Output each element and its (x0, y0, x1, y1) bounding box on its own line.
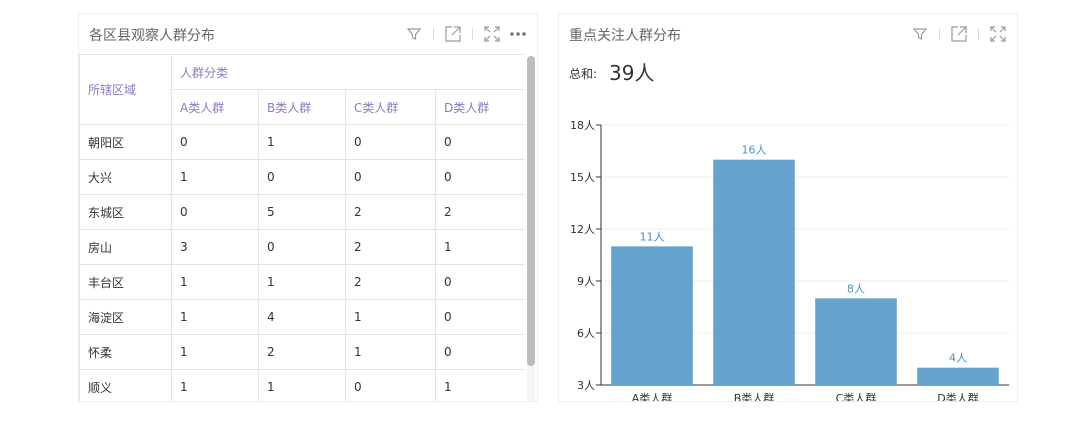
panel-toolbar (909, 24, 1009, 44)
y-tick-label: 9人 (577, 275, 595, 288)
table-row: 朝阳区 0 1 0 0 (79, 124, 525, 160)
toolbar-divider (978, 28, 979, 40)
x-tick-label: A类人群 (632, 391, 673, 402)
panel-title: 重点关注人群分布 (569, 28, 681, 44)
x-tick-label: C类人群 (836, 391, 877, 402)
count-cell: 4 (258, 299, 346, 335)
table-row: 顺义 1 1 0 1 (79, 369, 525, 401)
count-cell: 1 (345, 299, 436, 335)
table-row: 海淀区 1 4 1 0 (79, 299, 525, 335)
count-cell: 3 (171, 229, 259, 265)
table-row: 怀柔 1 2 1 0 (79, 334, 525, 370)
bar-value-label: 8人 (847, 282, 865, 295)
count-cell: 1 (171, 299, 259, 335)
more-icon[interactable] (507, 24, 529, 44)
bar (713, 159, 795, 385)
scrollbar-thumb[interactable] (527, 56, 535, 366)
count-cell: 2 (345, 229, 436, 265)
group-column-header: 人群分类 (170, 54, 525, 90)
count-cell: 2 (434, 194, 525, 230)
category-column-header: D类人群 (434, 89, 525, 125)
toolbar-divider (472, 28, 473, 40)
filter-icon[interactable] (403, 24, 425, 44)
bar-value-label: 16人 (742, 144, 767, 157)
count-cell: 1 (345, 334, 436, 370)
expand-icon[interactable] (481, 24, 503, 44)
count-cell: 1 (258, 124, 346, 160)
distribution-table: 所辖区域 人群分类 A类人群 B类人群 C类人群 D类人群 朝阳区 0 1 0 0 大兴 1 0 0 0… (79, 54, 525, 401)
count-cell: 0 (171, 194, 259, 230)
sum-value: 39人 (609, 61, 655, 85)
region-distribution-panel: 各区县观察人群分布 所辖区域 人群分类 A类人群 B类人群 C类人群 D类人群 … (78, 13, 538, 402)
y-tick-label: 6人 (577, 327, 595, 340)
table-row: 大兴 1 0 0 0 (79, 159, 525, 195)
category-column-header: C类人群 (345, 89, 436, 125)
count-cell: 0 (434, 299, 525, 335)
count-cell: 0 (258, 159, 346, 195)
count-cell: 0 (345, 369, 436, 401)
count-cell: 5 (258, 194, 346, 230)
count-cell: 1 (258, 264, 346, 300)
filter-icon[interactable] (909, 24, 931, 44)
table-row: 丰台区 1 1 2 0 (79, 264, 525, 300)
count-cell: 1 (434, 229, 525, 265)
count-cell: 0 (345, 159, 436, 195)
x-tick-label: D类人群 (937, 391, 978, 402)
count-cell: 0 (434, 124, 525, 160)
table-row: 房山 3 0 2 1 (79, 229, 525, 265)
bar-value-label: 4人 (949, 352, 967, 365)
count-cell: 1 (171, 334, 259, 370)
bar-value-label: 11人 (640, 230, 665, 243)
category-column-header: A类人群 (171, 89, 259, 125)
distribution-table-wrapper: 所辖区域 人群分类 A类人群 B类人群 C类人群 D类人群 朝阳区 0 1 0 0 大兴 1 0 0 0… (79, 54, 525, 401)
table-scrollbar[interactable] (527, 56, 535, 401)
count-cell: 1 (434, 369, 525, 401)
bar-chart: 3人 6人 9人 12人 15人 18人 11人 A类人群 16人 B类人群 8人 C类人群 4人 D类人… (570, 119, 1009, 402)
panel-toolbar (403, 24, 529, 44)
count-cell: 1 (171, 369, 259, 401)
bar (815, 298, 897, 385)
bar (917, 367, 999, 385)
y-tick-label: 15人 (570, 171, 595, 184)
count-cell: 2 (345, 194, 436, 230)
export-icon[interactable] (442, 24, 464, 44)
y-tick-label: 3人 (577, 379, 595, 392)
count-cell: 2 (345, 264, 436, 300)
panel-header: 重点关注人群分布 (559, 14, 1017, 54)
count-cell: 0 (171, 124, 259, 160)
export-icon[interactable] (948, 24, 970, 44)
count-cell: 0 (434, 334, 525, 370)
region-cell: 海淀区 (79, 299, 172, 335)
panel-title: 各区县观察人群分布 (89, 28, 215, 44)
count-cell: 0 (258, 229, 346, 265)
region-cell: 朝阳区 (79, 124, 172, 160)
panel-header: 各区县观察人群分布 (79, 14, 537, 54)
count-cell: 1 (171, 159, 259, 195)
focus-group-panel: 重点关注人群分布 总和: 39人 3人 6人 9人 12人 15人 18人 11人 A类人群 1… (558, 13, 1018, 402)
region-cell: 东城区 (79, 194, 172, 230)
count-cell: 2 (258, 334, 346, 370)
count-cell: 0 (434, 159, 525, 195)
count-cell: 1 (258, 369, 346, 401)
y-tick-label: 12人 (570, 223, 595, 236)
count-cell: 0 (345, 124, 436, 160)
x-tick-label: B类人群 (734, 391, 775, 402)
count-cell: 0 (434, 264, 525, 300)
region-cell: 顺义 (79, 369, 172, 401)
region-column-header: 所辖区域 (79, 54, 172, 125)
toolbar-divider (433, 28, 434, 40)
bar (611, 246, 693, 385)
sum-label: 总和: (569, 67, 598, 81)
category-column-header: B类人群 (258, 89, 346, 125)
region-cell: 房山 (79, 229, 172, 265)
expand-icon[interactable] (987, 24, 1009, 44)
region-cell: 丰台区 (79, 264, 172, 300)
toolbar-divider (939, 28, 940, 40)
table-row: 东城区 0 5 2 2 (79, 194, 525, 230)
region-cell: 大兴 (79, 159, 172, 195)
count-cell: 1 (171, 264, 259, 300)
y-tick-label: 18人 (570, 119, 595, 132)
region-cell: 怀柔 (79, 334, 172, 370)
